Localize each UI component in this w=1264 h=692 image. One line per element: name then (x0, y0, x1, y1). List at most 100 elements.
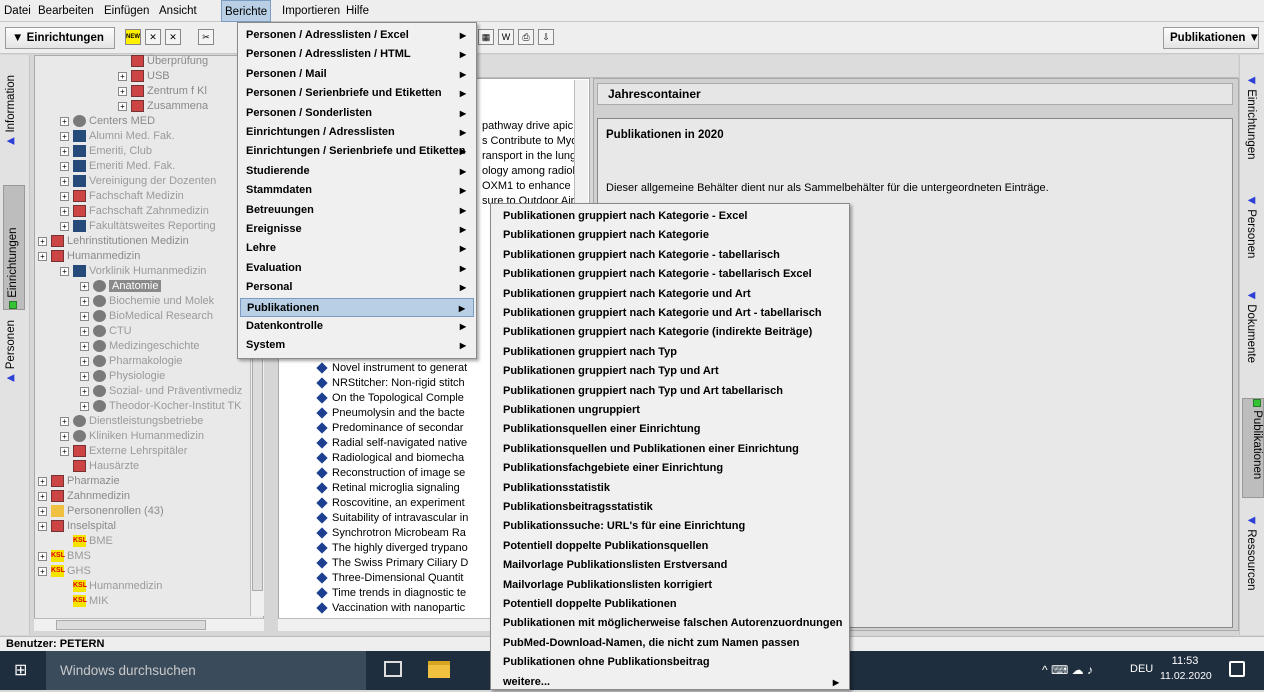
menu-ansicht[interactable]: Ansicht (156, 0, 200, 22)
tree-node[interactable]: + KSL BMS (38, 549, 91, 564)
menu-item[interactable]: Ereignisse ▶ (240, 220, 474, 239)
submenu-item[interactable]: weitere... ▶ (497, 673, 847, 692)
submenu-item[interactable]: Publikationen gruppiert nach Kategorie (… (497, 323, 847, 342)
publication-item[interactable]: The Swiss Primary Ciliary D (316, 556, 468, 571)
tree-node[interactable]: + Externe Lehrspitäler (60, 444, 187, 459)
submenu-item[interactable]: Potentiell doppelte Publikationsquellen (497, 537, 847, 556)
expand-icon[interactable]: + (38, 551, 47, 561)
clock-date[interactable]: 11.02.2020 (1160, 670, 1212, 682)
submenu-item[interactable]: PubMed-Download-Namen, die nicht zum Nam… (497, 634, 847, 653)
submenu-item[interactable]: Publikationen gruppiert nach Typ und Art (497, 362, 847, 381)
publication-item[interactable]: The highly diverged trypano (316, 541, 468, 556)
publication-item[interactable]: Synchrotron Microbeam Ra (316, 526, 466, 541)
tree-node[interactable]: + Pharmazie (38, 474, 120, 489)
tree-node[interactable]: + Fakultätsweites Reporting (60, 219, 216, 234)
tree-node[interactable]: + Kliniken Humanmedizin (60, 429, 204, 444)
publication-item[interactable]: Retinal microglia signaling (316, 481, 460, 496)
perspective-combo[interactable]: Publikationen ▼ (1163, 27, 1260, 49)
menu-importieren[interactable]: Importieren (279, 0, 343, 22)
publication-item[interactable]: On the Topological Comple (316, 391, 464, 406)
submenu-item[interactable]: Publikationsquellen einer Einrichtung (497, 420, 847, 439)
publication-item-text[interactable]: ransport in the lung (482, 149, 576, 163)
publication-item-text[interactable]: pathway drive apic (482, 119, 573, 133)
new-icon[interactable]: NEW (125, 29, 141, 45)
publication-item[interactable]: Novel instrument to generat (316, 361, 467, 376)
expand-icon[interactable]: + (60, 221, 69, 231)
tree-node[interactable]: + Personenrollen (43) (38, 504, 164, 519)
publication-item[interactable]: Predominance of secondar (316, 421, 463, 436)
tree-node[interactable]: + Dienstleistungsbetriebe (60, 414, 203, 429)
submenu-item[interactable]: Publikationsbeitragsstatistik (497, 498, 847, 517)
menu-item[interactable]: Personen / Sonderlisten ▶ (240, 104, 474, 123)
expand-icon[interactable]: + (38, 566, 47, 576)
expand-icon[interactable]: + (38, 476, 47, 486)
menu-item[interactable]: Personen / Mail ▶ (240, 65, 474, 84)
tree-node[interactable]: + Fachschaft Medizin (60, 189, 184, 204)
expand-icon[interactable]: + (38, 491, 47, 501)
expand-icon[interactable]: + (118, 71, 127, 81)
tree-node[interactable]: KSL Humanmedizin (60, 579, 162, 594)
expand-icon[interactable]: + (60, 446, 69, 456)
tree-node[interactable]: + Zahnmedizin (38, 489, 130, 504)
submenu-item[interactable]: Publikationssuche: URL's für eine Einric… (497, 517, 847, 536)
menu-berichte[interactable]: Berichte (221, 0, 272, 22)
menu-item[interactable]: Einrichtungen / Adresslisten ▶ (240, 123, 474, 142)
publication-item[interactable]: Vaccination with nanopartic (316, 601, 465, 616)
tab-information[interactable]: ▶ Information (5, 75, 17, 147)
tray-icons[interactable]: ^ ⌨ ☁ ♪ (1042, 663, 1093, 677)
expand-icon[interactable]: + (60, 206, 69, 216)
expand-icon[interactable]: + (80, 371, 89, 381)
clock-time[interactable]: 11:53 (1165, 655, 1205, 667)
expand-icon[interactable]: + (38, 521, 47, 531)
tree-node[interactable]: + Vorklinik Humanmedizin (60, 264, 206, 279)
menu-item[interactable]: System ▶ (240, 336, 474, 355)
expand-icon[interactable]: + (60, 131, 69, 141)
menu-item[interactable]: Personen / Adresslisten / Excel ▶ (240, 26, 474, 45)
publication-item[interactable]: Time trends in diagnostic te (316, 586, 466, 601)
submenu-item[interactable]: Mailvorlage Publikationslisten Erstversa… (497, 556, 847, 575)
tree-node[interactable]: + Inselspital (38, 519, 116, 534)
submenu-item[interactable]: Mailvorlage Publikationslisten korrigier… (497, 576, 847, 595)
submenu-item[interactable]: Publikationen gruppiert nach Kategorie (497, 226, 847, 245)
submenu-item[interactable]: Publikationen mit möglicherweise falsche… (497, 614, 847, 633)
expand-icon[interactable]: + (118, 101, 127, 111)
publication-item[interactable]: Radiological and biomecha (316, 451, 464, 466)
tree-node[interactable]: + Sozial- und Präventivmediz (80, 384, 242, 399)
menu-bearbeiten[interactable]: Bearbeiten (35, 0, 97, 22)
cut-icon[interactable]: ✂ (198, 29, 214, 45)
tab-right-personen[interactable]: ◀ Personen (1245, 195, 1257, 258)
print-icon[interactable]: ⎙ (518, 29, 534, 45)
submenu-item[interactable]: Publikationsstatistik (497, 479, 847, 498)
tree-node[interactable]: Überprüfung (118, 54, 208, 69)
expand-icon[interactable]: + (60, 116, 69, 126)
submenu-item[interactable]: Publikationen ungruppiert (497, 401, 847, 420)
tree-node[interactable]: + Theodor-Kocher-Institut TK (80, 399, 241, 414)
menu-item[interactable]: Stammdaten ▶ (240, 181, 474, 200)
tree-node[interactable]: Hausärzte (60, 459, 139, 474)
tree-node[interactable]: + KSL GHS (38, 564, 91, 579)
tree-node[interactable]: + Emeriti Med. Fak. (60, 159, 175, 174)
tree-node[interactable]: + Zentrum f Kl (118, 84, 207, 99)
expand-icon[interactable]: + (80, 296, 89, 306)
taskbar-search[interactable]: Windows durchsuchen (46, 651, 366, 690)
view-combo[interactable]: ▼ Einrichtungen (5, 27, 115, 49)
tree-node[interactable]: + Fachschaft Zahnmedizin (60, 204, 209, 219)
menu-item[interactable]: Datenkontrolle ▶ (240, 317, 474, 336)
menu-item[interactable]: Einrichtungen / Serienbriefe und Etikett… (240, 142, 474, 161)
expand-icon[interactable]: + (80, 281, 89, 291)
word-icon[interactable]: W (498, 29, 514, 45)
tree-node[interactable]: + USB (118, 69, 170, 84)
submenu-item[interactable]: Publikationsquellen und Publikationen ei… (497, 440, 847, 459)
submenu-item[interactable]: Publikationen gruppiert nach Typ und Art… (497, 382, 847, 401)
submenu-item[interactable]: Publikationen gruppiert nach Kategorie -… (497, 207, 847, 226)
expand-icon[interactable]: + (60, 161, 69, 171)
scroll-thumb[interactable] (56, 620, 206, 630)
expand-icon[interactable]: + (60, 266, 69, 276)
expand-icon[interactable]: + (80, 326, 89, 336)
tree-node[interactable]: KSL BME (60, 534, 113, 549)
windows-start-icon[interactable]: ⊞ (14, 662, 32, 680)
publication-item[interactable]: Three-Dimensional Quantit (316, 571, 463, 586)
menu-item[interactable]: Personen / Adresslisten / HTML ▶ (240, 45, 474, 64)
menu-einfuegen[interactable]: Einfügen (101, 0, 152, 22)
expand-icon[interactable]: + (80, 341, 89, 351)
